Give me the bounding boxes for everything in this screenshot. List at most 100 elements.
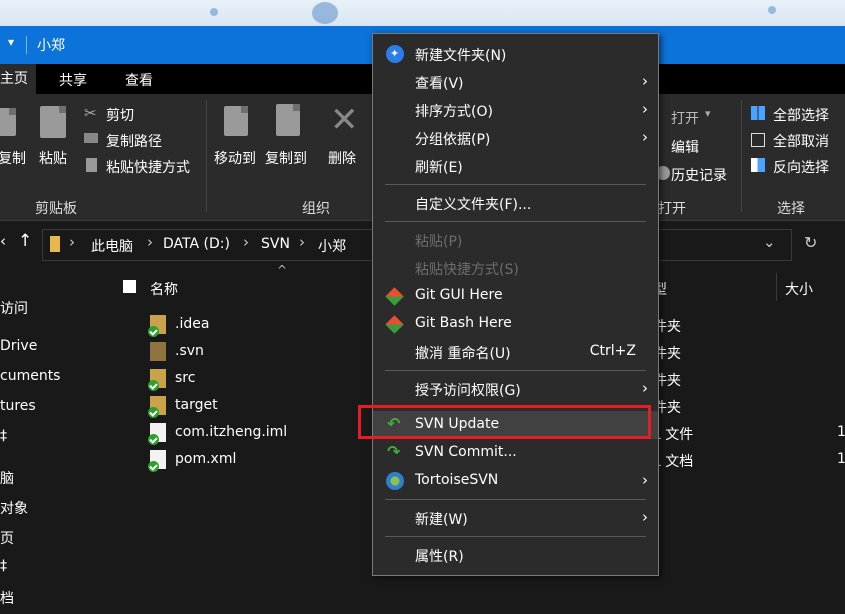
nav-item[interactable]: Drive [0,338,37,354]
column-header-size[interactable]: 大小 [785,279,813,299]
tab-home[interactable]: 主页 [0,64,36,94]
tortoisesvn-icon [386,472,404,490]
quick-access-dropdown-icon[interactable]: ▾ [8,35,14,49]
tab-view[interactable]: 查看 [125,70,153,90]
nav-item[interactable]: 档 [0,588,14,608]
menu-item-shortcut: Ctrl+Z [589,343,636,359]
breadcrumb-separator-icon[interactable]: › [69,233,75,251]
desktop-decoration [768,6,776,14]
highlight-box [358,405,651,439]
invert-selection-icon [751,158,765,172]
menu-item-label: 粘贴快捷方式(S) [415,262,519,278]
menu-item-label: 查看(V) [415,76,464,92]
copy-button[interactable]: 复制 [0,148,26,168]
move-to-icon[interactable] [224,106,248,136]
copy-to-button[interactable]: 复制到 [265,148,307,168]
file-name: com.itzheng.iml [175,424,288,440]
folder-icon [150,342,166,361]
menu-item-label: Git GUI Here [415,287,503,303]
menu-item-label: 粘贴(P) [415,234,463,250]
nav-item[interactable]: 对象 [0,498,28,518]
select-all-icon [751,106,765,120]
back-arrow-icon[interactable]: ‹ [0,232,6,250]
nav-item[interactable]: 页 [0,528,14,548]
menu-separator [385,221,646,222]
breadcrumb-item[interactable]: SVN [261,236,290,252]
menu-item-label: 新建(W) [415,512,468,528]
nav-item[interactable]: 脑 [0,468,14,488]
menu-item-properties[interactable]: 属性(R) [373,541,658,569]
breadcrumb-separator-icon[interactable]: › [147,233,153,251]
up-arrow-icon[interactable]: ↑ [18,231,32,251]
menu-item-refresh[interactable]: 刷新(E) [373,152,658,180]
history-button[interactable]: 历史记录 [671,165,727,185]
menu-item-git-bash[interactable]: Git Bash Here [373,310,658,338]
submenu-arrow-icon: › [642,471,648,489]
cut-button[interactable]: 剪切 [106,105,134,125]
menu-item-customize-folder[interactable]: 自定义文件夹(F)... [373,189,658,217]
svn-ok-overlay-icon [148,407,159,418]
menu-item-view[interactable]: 查看(V) › [373,68,658,96]
column-header-name[interactable]: 名称 [150,279,178,299]
copy-path-button[interactable]: 复制路径 [106,131,162,151]
nav-item[interactable]: cuments [0,368,60,384]
menu-item-git-gui[interactable]: Git GUI Here [373,282,658,310]
select-group-label: 选择 [777,201,805,217]
new-folder-icon: ✦ [386,45,404,63]
open-dropdown-icon[interactable]: ▾ [705,107,711,120]
refresh-icon[interactable]: ↻ [804,233,817,252]
nav-item[interactable]: ‡ [0,558,7,574]
menu-item-label: 属性(R) [415,549,464,565]
folder-icon [50,236,60,252]
menu-item-new-folder[interactable]: ✦ 新建文件夹(N) [373,40,658,68]
chevron-down-icon[interactable]: ⌄ [763,233,776,251]
copy-icon[interactable] [0,108,16,136]
paste-icon[interactable] [40,106,66,138]
copy-to-icon[interactable] [276,104,300,136]
select-all-button[interactable]: 全部选择 [773,105,829,125]
menu-item-undo-rename[interactable]: 撤消 重命名(U) Ctrl+Z [373,338,658,366]
tab-share[interactable]: 共享 [59,70,87,90]
nav-item[interactable]: tures [0,398,36,414]
delete-icon[interactable]: ✕ [330,100,359,140]
open-group-label: 打开 [658,201,686,217]
breadcrumb-item[interactable]: 小郑 [318,236,346,256]
folder-svn-ok-icon [148,315,166,337]
svn-ok-overlay-icon [148,326,159,337]
nav-item[interactable]: 访问 [0,298,28,318]
desktop-decoration [312,2,338,24]
file-svn-ok-icon [148,450,166,472]
edit-button[interactable]: 编辑 [671,137,699,157]
menu-item-paste-shortcut[interactable]: 粘贴快捷方式(S) [373,254,658,282]
menu-item-tortoisesvn[interactable]: TortoiseSVN › [373,467,658,495]
breadcrumb-item[interactable]: DATA (D:) [163,236,230,252]
breadcrumb-separator-icon[interactable]: › [299,233,305,251]
sort-ascending-icon: ^ [277,263,288,277]
open-button[interactable]: 打开 [671,108,699,128]
file-type: L 文档 [653,454,694,470]
breadcrumb-item[interactable]: 此电脑 [91,236,133,256]
menu-item-label: 撤消 重命名(U) [415,346,511,362]
move-to-button[interactable]: 移动到 [214,148,256,168]
column-divider[interactable] [776,273,777,301]
breadcrumb-separator-icon[interactable]: › [243,233,249,251]
menu-item-label: 分组依据(P) [415,132,491,148]
delete-button[interactable]: 删除 [328,148,356,168]
invert-selection-button[interactable]: 反向选择 [773,157,829,177]
menu-item-sort-by[interactable]: 排序方式(O) › [373,96,658,124]
menu-item-paste[interactable]: 粘贴(P) [373,226,658,254]
nav-item[interactable]: ‡ [0,428,7,444]
menu-item-label: 排序方式(O) [415,104,493,120]
paste-shortcut-button[interactable]: 粘贴快捷方式 [106,157,190,177]
paste-shortcut-icon [86,158,97,172]
select-none-button[interactable]: 全部取消 [773,131,829,151]
paste-button[interactable]: 粘贴 [39,148,67,168]
menu-item-new[interactable]: 新建(W) › [373,504,658,532]
menu-item-give-access[interactable]: 授予访问权限(G) › [373,375,658,403]
menu-item-svn-commit[interactable]: ↷ SVN Commit... [373,439,658,467]
menu-item-group-by[interactable]: 分组依据(P) › [373,124,658,152]
menu-item-label: 刷新(E) [415,160,463,176]
group-divider [741,100,742,212]
select-all-checkbox[interactable] [123,280,136,293]
desktop-background [0,0,845,26]
